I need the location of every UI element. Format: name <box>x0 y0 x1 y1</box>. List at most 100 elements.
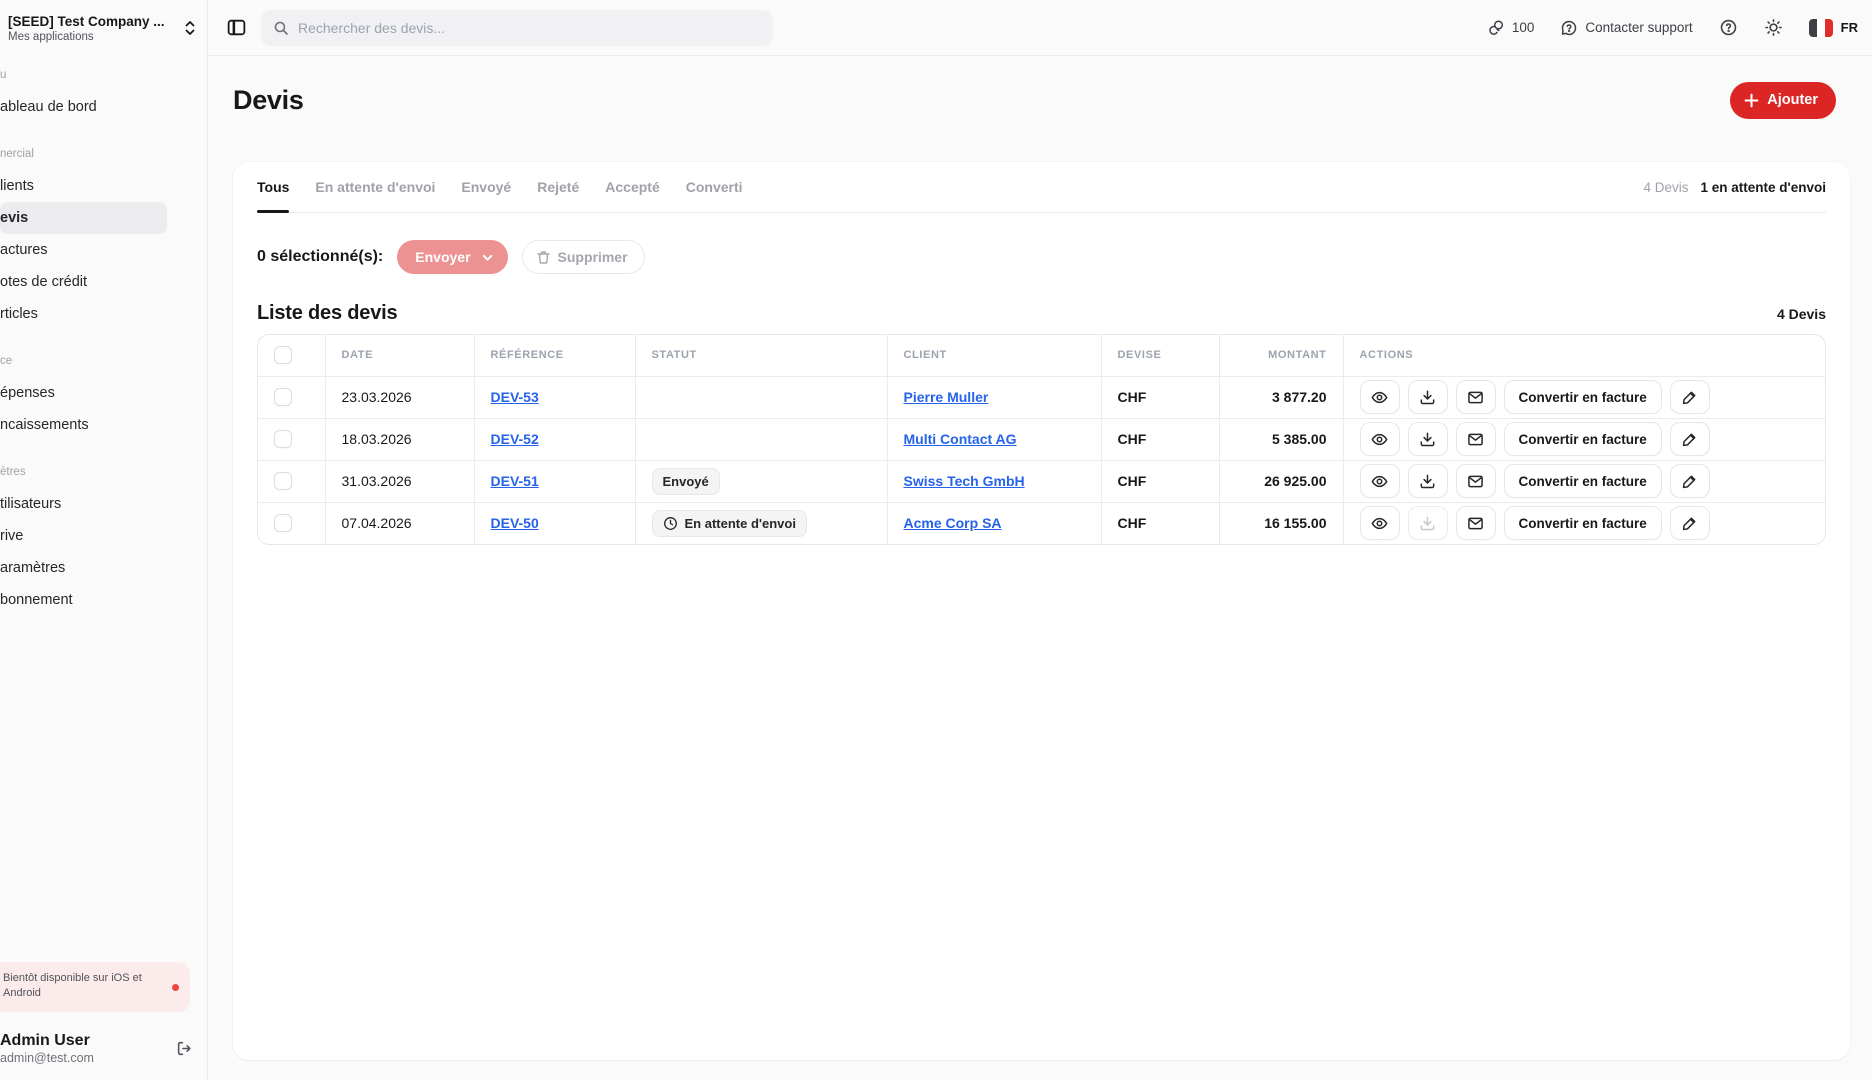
sidebar-item-parametres[interactable]: aramètres <box>0 552 167 584</box>
sidebar-item-articles[interactable]: rticles <box>0 298 167 330</box>
quote-reference-link[interactable]: DEV-51 <box>491 473 539 489</box>
row-checkbox[interactable] <box>274 430 292 448</box>
tab-envoy-[interactable]: Envoyé <box>461 162 511 212</box>
user-row: Admin User admin@test.com <box>0 1026 197 1070</box>
amount: 5 385.00 <box>1272 431 1327 447</box>
tab-rejet-[interactable]: Rejeté <box>537 162 579 212</box>
sidebar-item-clients[interactable]: lients <box>0 170 167 202</box>
language-selector[interactable]: FR <box>1809 19 1858 37</box>
panel-left-icon <box>226 17 247 38</box>
sidebar-item-depenses[interactable]: épenses <box>0 377 167 409</box>
notification-dot <box>172 984 179 991</box>
search-input[interactable] <box>298 20 761 36</box>
edit-quote-button[interactable] <box>1670 464 1710 498</box>
add-quote-button[interactable]: Ajouter <box>1730 82 1836 119</box>
email-quote-button[interactable] <box>1456 464 1496 498</box>
download-icon <box>1419 515 1436 532</box>
coins-icon <box>1487 19 1505 37</box>
status-badge: Envoyé <box>652 468 720 495</box>
status-tabs: Tous En attente d'envoi Envoyé Rejeté Accept… <box>257 162 743 212</box>
download-quote-button[interactable] <box>1408 380 1448 414</box>
client-link[interactable]: Multi Contact AG <box>904 431 1017 447</box>
tab-tous[interactable]: Tous <box>257 162 289 212</box>
delete-label: Supprimer <box>558 249 628 265</box>
user-email: admin@test.com <box>0 1051 171 1065</box>
sidebar-item-factures[interactable]: actures <box>0 234 167 266</box>
download-quote-button[interactable] <box>1408 464 1448 498</box>
summary-pending: 1 en attente d'envoi <box>1701 180 1827 195</box>
quote-reference-link[interactable]: DEV-52 <box>491 431 539 447</box>
pencil-icon <box>1681 389 1698 406</box>
search-bar[interactable] <box>261 10 773 46</box>
logout-icon <box>176 1040 193 1057</box>
client-link[interactable]: Swiss Tech GmbH <box>904 473 1025 489</box>
user-name: Admin User <box>0 1032 171 1050</box>
client-link[interactable]: Pierre Muller <box>904 389 989 405</box>
quote-date: 07.04.2026 <box>342 515 412 531</box>
list-count: 4 Devis <box>1777 306 1826 322</box>
topbar: 100 Contacter support <box>208 0 1872 56</box>
currency: CHF <box>1118 473 1147 489</box>
client-link[interactable]: Acme Corp SA <box>904 515 1002 531</box>
convert-to-invoice-button[interactable]: Convertir en facture <box>1504 506 1662 540</box>
list-title: Liste des devis <box>257 302 397 325</box>
ios-banner-text: Bientôt disponible sur iOS et Android <box>3 971 166 1000</box>
convert-to-invoice-button[interactable]: Convertir en facture <box>1504 380 1662 414</box>
contact-support-button[interactable]: Contacter support <box>1560 19 1692 37</box>
sun-icon <box>1764 18 1783 37</box>
column-header-montant: MONTANT <box>1219 335 1343 376</box>
sidebar: [SEED] Test Company ... Mes applications… <box>0 0 208 1080</box>
send-selected-button[interactable]: Envoyer <box>397 240 507 274</box>
quotes-table: DATERÉFÉRENCESTATUTCLIENTDEVISEMONTANTAC… <box>257 334 1826 545</box>
edit-quote-button[interactable] <box>1670 422 1710 456</box>
clock-icon <box>663 516 678 531</box>
tab-en-attente-d-envoi[interactable]: En attente d'envoi <box>315 162 435 212</box>
sidebar-item-abonnement[interactable]: bonnement <box>0 584 167 616</box>
tab-accept-[interactable]: Accepté <box>605 162 659 212</box>
quote-reference-link[interactable]: DEV-53 <box>491 389 539 405</box>
email-quote-button[interactable] <box>1456 506 1496 540</box>
sidebar-item-drive[interactable]: rive <box>0 520 167 552</box>
convert-to-invoice-button[interactable]: Convertir en facture <box>1504 422 1662 456</box>
edit-quote-button[interactable] <box>1670 506 1710 540</box>
view-quote-button[interactable] <box>1360 464 1400 498</box>
convert-to-invoice-button[interactable]: Convertir en facture <box>1504 464 1662 498</box>
tab-converti[interactable]: Converti <box>686 162 743 212</box>
select-all-checkbox[interactable] <box>274 346 292 364</box>
eye-icon <box>1371 431 1388 448</box>
table-row: 18.03.2026DEV-52Multi Contact AGCHF5 385… <box>258 418 1825 460</box>
logout-button[interactable] <box>171 1035 197 1061</box>
download-icon <box>1419 431 1436 448</box>
sidebar-item-devis[interactable]: evis <box>0 202 167 234</box>
view-quote-button[interactable] <box>1360 380 1400 414</box>
help-button[interactable] <box>1719 18 1738 37</box>
row-checkbox[interactable] <box>274 514 292 532</box>
france-flag-icon <box>1809 19 1833 37</box>
view-quote-button[interactable] <box>1360 506 1400 540</box>
credits-indicator[interactable]: 100 <box>1487 19 1535 37</box>
sidebar-item-tableau-de-bord[interactable]: ableau de bord <box>0 91 167 123</box>
trash-icon <box>536 250 551 265</box>
sidebar-item-utilisateurs[interactable]: tilisateurs <box>0 488 167 520</box>
email-quote-button[interactable] <box>1456 380 1496 414</box>
currency: CHF <box>1118 431 1147 447</box>
download-quote-button[interactable] <box>1408 422 1448 456</box>
sidebar-item-notes-de-credit[interactable]: otes de crédit <box>0 266 167 298</box>
eye-icon <box>1371 473 1388 490</box>
column-header-date: DATE <box>325 335 474 376</box>
row-checkbox[interactable] <box>274 388 292 406</box>
sidebar-toggle-button[interactable] <box>226 17 247 38</box>
theme-toggle-button[interactable] <box>1764 18 1783 37</box>
sidebar-item-encaissements[interactable]: ncaissements <box>0 409 167 441</box>
status-badge: En attente d'envoi <box>652 510 807 537</box>
delete-selected-button[interactable]: Supprimer <box>522 240 645 274</box>
quote-reference-link[interactable]: DEV-50 <box>491 515 539 531</box>
edit-quote-button[interactable] <box>1670 380 1710 414</box>
sidebar-section-apercu: u <box>0 59 207 91</box>
row-checkbox[interactable] <box>274 472 292 490</box>
email-quote-button[interactable] <box>1456 422 1496 456</box>
mail-icon <box>1467 431 1484 448</box>
view-quote-button[interactable] <box>1360 422 1400 456</box>
pencil-icon <box>1681 515 1698 532</box>
eye-icon <box>1371 389 1388 406</box>
